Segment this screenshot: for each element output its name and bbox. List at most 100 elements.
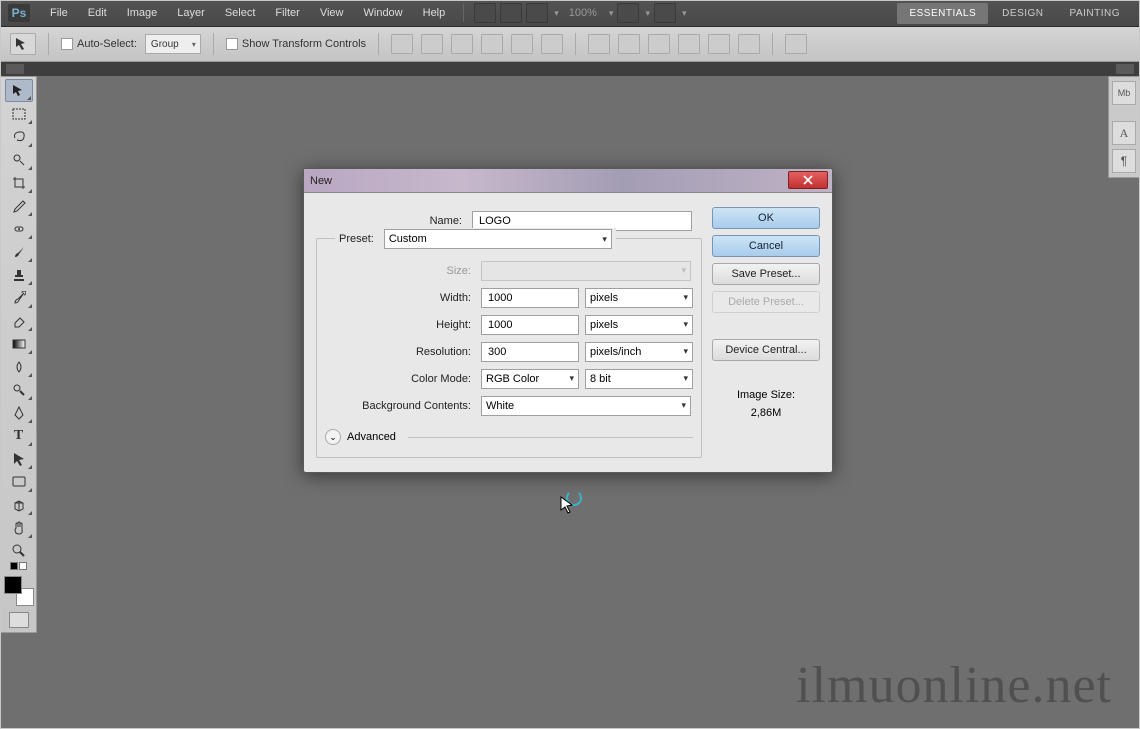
align-vcenter-icon[interactable] <box>421 34 443 54</box>
quick-select-tool[interactable] <box>5 148 33 171</box>
menu-bar: Ps File Edit Image Layer Select Filter V… <box>0 0 1140 27</box>
brush-tool[interactable] <box>5 240 33 263</box>
screen-toggle-icon[interactable] <box>654 3 676 23</box>
auto-align-icon[interactable] <box>785 34 807 54</box>
width-label: Width: <box>325 292 475 304</box>
separator <box>1111 109 1137 117</box>
advanced-toggle-icon[interactable]: ⌄ <box>325 429 341 445</box>
advanced-label[interactable]: Advanced <box>347 431 396 443</box>
zoom-level[interactable]: 100% <box>563 7 603 19</box>
separator <box>575 33 576 55</box>
size-label: Size: <box>325 265 475 277</box>
minibridge-icon[interactable] <box>500 3 522 23</box>
colormode-label: Color Mode: <box>325 373 475 385</box>
active-tool-icon[interactable] <box>10 33 36 55</box>
colormode-select[interactable]: RGB Color▾ <box>481 369 579 389</box>
align-hcenter-icon[interactable] <box>511 34 533 54</box>
align-left-icon[interactable] <box>481 34 503 54</box>
preset-group: Preset: Custom▾ Size: ▾ Width: pixels▾ H… <box>316 238 702 458</box>
crop-tool[interactable] <box>5 171 33 194</box>
type-tool[interactable]: T <box>5 424 33 447</box>
size-select: ▾ <box>481 261 691 281</box>
height-input[interactable] <box>481 315 579 335</box>
ok-button[interactable]: OK <box>712 207 820 229</box>
auto-select-label: Auto-Select: <box>77 38 137 50</box>
resolution-unit-select[interactable]: pixels/inch▾ <box>585 342 693 362</box>
options-bar: Auto-Select: Group Show Transform Contro… <box>0 27 1140 62</box>
pen-tool[interactable] <box>5 401 33 424</box>
preset-select[interactable]: Custom▾ <box>384 229 612 249</box>
blur-tool[interactable] <box>5 355 33 378</box>
screen-mode-icon[interactable] <box>526 3 548 23</box>
close-button[interactable] <box>788 171 828 189</box>
workspace-essentials[interactable]: ESSENTIALS <box>897 3 988 24</box>
width-input[interactable] <box>481 288 579 308</box>
bgcontents-label: Background Contents: <box>325 400 475 412</box>
arrange-docs-icon[interactable] <box>617 3 639 23</box>
zoom-tool[interactable] <box>5 539 33 562</box>
color-swatches[interactable] <box>4 576 34 606</box>
history-brush-tool[interactable] <box>5 286 33 309</box>
separator <box>213 33 214 55</box>
resolution-input[interactable] <box>481 342 579 362</box>
healing-tool[interactable] <box>5 217 33 240</box>
bitdepth-select[interactable]: 8 bit▾ <box>585 369 693 389</box>
quick-mask-toggle[interactable] <box>9 612 29 628</box>
distribute-left-icon[interactable] <box>678 34 700 54</box>
menu-help[interactable]: Help <box>415 4 454 22</box>
align-right-icon[interactable] <box>541 34 563 54</box>
show-transform-checkbox[interactable]: Show Transform Controls <box>226 38 366 50</box>
gradient-tool[interactable] <box>5 332 33 355</box>
move-tool[interactable] <box>5 79 33 102</box>
marquee-tool[interactable] <box>5 102 33 125</box>
dodge-tool[interactable] <box>5 378 33 401</box>
expand-right-stub[interactable] <box>1116 64 1134 74</box>
bridge-icon[interactable] <box>474 3 496 23</box>
width-unit-select[interactable]: pixels▾ <box>585 288 693 308</box>
save-preset-button[interactable]: Save Preset... <box>712 263 820 285</box>
eraser-tool[interactable] <box>5 309 33 332</box>
menu-select[interactable]: Select <box>217 4 264 22</box>
auto-select-checkbox[interactable]: Auto-Select: <box>61 38 137 50</box>
align-bottom-icon[interactable] <box>451 34 473 54</box>
paragraph-panel-icon[interactable]: ¶ <box>1112 149 1136 173</box>
workspace-painting[interactable]: PAINTING <box>1058 3 1132 24</box>
menu-layer[interactable]: Layer <box>169 4 213 22</box>
auto-select-mode[interactable]: Group <box>145 34 201 54</box>
shape-tool[interactable] <box>5 470 33 493</box>
character-panel-icon[interactable]: A <box>1112 121 1136 145</box>
distribute-vcenter-icon[interactable] <box>618 34 640 54</box>
menu-filter[interactable]: Filter <box>267 4 307 22</box>
workspace-design[interactable]: DESIGN <box>990 3 1055 24</box>
separator <box>408 437 693 438</box>
menu-file[interactable]: File <box>42 4 76 22</box>
workspace-switcher: ESSENTIALS DESIGN PAINTING <box>897 3 1132 24</box>
height-unit-select[interactable]: pixels▾ <box>585 315 693 335</box>
dialog-titlebar[interactable]: New <box>304 169 832 193</box>
menu-view[interactable]: View <box>312 4 352 22</box>
menu-image[interactable]: Image <box>119 4 166 22</box>
hand-tool[interactable] <box>5 516 33 539</box>
separator <box>463 4 464 22</box>
tools-panel: T <box>0 76 37 633</box>
eyedropper-tool[interactable] <box>5 194 33 217</box>
bgcontents-select[interactable]: White▾ <box>481 396 691 416</box>
foreground-color-swatch[interactable] <box>4 576 22 594</box>
distribute-hcenter-icon[interactable] <box>708 34 730 54</box>
device-central-button[interactable]: Device Central... <box>712 339 820 361</box>
menu-window[interactable]: Window <box>356 4 411 22</box>
3d-tool[interactable] <box>5 493 33 516</box>
distribute-top-icon[interactable] <box>588 34 610 54</box>
menu-edit[interactable]: Edit <box>80 4 115 22</box>
expand-left-stub[interactable] <box>6 64 24 74</box>
default-colors-icon[interactable] <box>3 562 34 570</box>
minibridge-panel-icon[interactable]: Mb <box>1112 81 1136 105</box>
cancel-button[interactable]: Cancel <box>712 235 820 257</box>
distribute-right-icon[interactable] <box>738 34 760 54</box>
distribute-bottom-icon[interactable] <box>648 34 670 54</box>
path-select-tool[interactable] <box>5 447 33 470</box>
image-size-label: Image Size: <box>712 387 820 405</box>
stamp-tool[interactable] <box>5 263 33 286</box>
align-top-icon[interactable] <box>391 34 413 54</box>
lasso-tool[interactable] <box>5 125 33 148</box>
